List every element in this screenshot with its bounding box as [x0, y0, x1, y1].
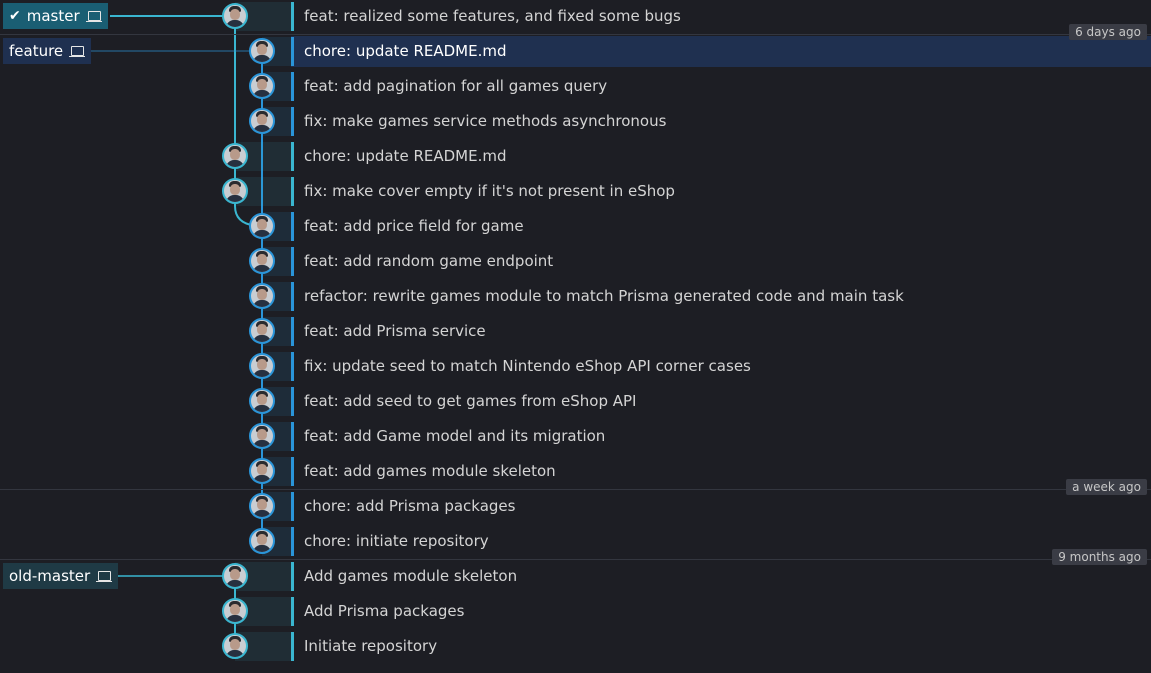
commit-message: feat: add seed to get games from eShop A…: [304, 392, 637, 410]
author-avatar: [221, 178, 248, 204]
lane-color-bar: [291, 317, 294, 346]
commit-row[interactable]: chore: update README.md: [0, 34, 1151, 69]
laptop-icon: [69, 45, 86, 57]
lane-color-bar: [291, 422, 294, 451]
author-avatar: [248, 458, 275, 484]
commit-message: chore: update README.md: [304, 42, 507, 60]
commit-message: Initiate repository: [304, 637, 438, 655]
commit-row[interactable]: feat: add seed to get games from eShop A…: [0, 384, 1151, 419]
author-avatar: [221, 563, 248, 589]
commit-row[interactable]: feat: realized some features, and fixed …: [0, 0, 1151, 34]
author-avatar: [248, 38, 275, 64]
author-avatar: [221, 143, 248, 169]
author-avatar: [248, 283, 275, 309]
branch-feature[interactable]: feature: [3, 38, 92, 64]
author-avatar: [248, 73, 275, 99]
commit-row[interactable]: chore: update README.md: [0, 139, 1151, 174]
author-avatar: [248, 423, 275, 449]
commit-row[interactable]: feat: add price field for game: [0, 209, 1151, 244]
date-label-9-months: 9 months ago: [1052, 549, 1147, 565]
author-avatar: [248, 318, 275, 344]
commit-row[interactable]: refactor: rewrite games module to match …: [0, 279, 1151, 314]
commit-message: chore: initiate repository: [304, 532, 489, 550]
date-label-6-days: 6 days ago: [1069, 24, 1147, 40]
branch-old-master[interactable]: old-master: [3, 563, 119, 589]
commit-message: feat: add Game model and its migration: [304, 427, 606, 445]
commit-row[interactable]: fix: make games service methods asynchro…: [0, 104, 1151, 139]
commit-message: fix: update seed to match Nintendo eShop…: [304, 357, 751, 375]
commit-row[interactable]: fix: update seed to match Nintendo eShop…: [0, 349, 1151, 384]
commit-row[interactable]: Add Prisma packages: [0, 594, 1151, 629]
commit-message: fix: make games service methods asynchro…: [304, 112, 667, 130]
author-avatar: [221, 3, 248, 29]
date-label-week: a week ago: [1066, 479, 1147, 495]
lane-color-bar: [291, 2, 294, 31]
laptop-icon: [96, 570, 113, 582]
author-avatar: [248, 528, 275, 554]
commit-message: feat: realized some features, and fixed …: [304, 7, 681, 25]
commit-row[interactable]: chore: initiate repository: [0, 524, 1151, 559]
lane-color-bar: [291, 492, 294, 521]
commit-row[interactable]: Initiate repository: [0, 629, 1151, 664]
commit-row[interactable]: Add games module skeleton: [0, 559, 1151, 594]
branch-master-label: master: [26, 7, 80, 25]
commit-row[interactable]: chore: add Prisma packages: [0, 489, 1151, 524]
commit-message: chore: update README.md: [304, 147, 507, 165]
lane-color-bar: [291, 177, 294, 206]
branch-master[interactable]: ✔ master: [3, 3, 108, 29]
lane-color-bar: [291, 352, 294, 381]
author-avatar: [221, 633, 248, 659]
commit-message: feat: add Prisma service: [304, 322, 486, 340]
commit-message: refactor: rewrite games module to match …: [304, 287, 904, 305]
lane-color-bar: [291, 212, 294, 241]
lane-color-bar: [291, 457, 294, 486]
lane-color-bar: [291, 527, 294, 556]
branch-old-master-label: old-master: [9, 567, 91, 585]
commit-message: feat: add games module skeleton: [304, 462, 556, 480]
commit-message: chore: add Prisma packages: [304, 497, 516, 515]
commit-message: feat: add pagination for all games query: [304, 77, 608, 95]
lane-color-bar: [291, 282, 294, 311]
author-avatar: [248, 213, 275, 239]
author-avatar: [221, 598, 248, 624]
checkmark-icon: ✔: [9, 8, 21, 24]
commit-message: feat: add price field for game: [304, 217, 524, 235]
commit-row[interactable]: feat: add Game model and its migration: [0, 419, 1151, 454]
commit-row[interactable]: feat: add games module skeleton: [0, 454, 1151, 489]
author-avatar: [248, 353, 275, 379]
lane-color-bar: [291, 247, 294, 276]
lane-color-bar: [291, 107, 294, 136]
lane-color-bar: [291, 632, 294, 661]
commit-message: feat: add random game endpoint: [304, 252, 554, 270]
author-avatar: [248, 108, 275, 134]
branch-feature-label: feature: [9, 42, 64, 60]
laptop-icon: [85, 10, 102, 22]
lane-color-bar: [291, 72, 294, 101]
lane-color-bar: [291, 597, 294, 626]
lane-color-bar: [291, 142, 294, 171]
commit-row[interactable]: feat: add pagination for all games query: [0, 69, 1151, 104]
lane-color-bar: [291, 562, 294, 591]
commit-row[interactable]: feat: add Prisma service: [0, 314, 1151, 349]
lane-color-bar: [291, 387, 294, 416]
commit-message: fix: make cover empty if it's not presen…: [304, 182, 675, 200]
lane-color-bar: [291, 37, 294, 66]
commit-message: Add Prisma packages: [304, 602, 465, 620]
author-avatar: [248, 248, 275, 274]
author-avatar: [248, 388, 275, 414]
author-avatar: [248, 493, 275, 519]
commit-row[interactable]: fix: make cover empty if it's not presen…: [0, 174, 1151, 209]
commit-message: Add games module skeleton: [304, 567, 518, 585]
commit-row[interactable]: feat: add random game endpoint: [0, 244, 1151, 279]
